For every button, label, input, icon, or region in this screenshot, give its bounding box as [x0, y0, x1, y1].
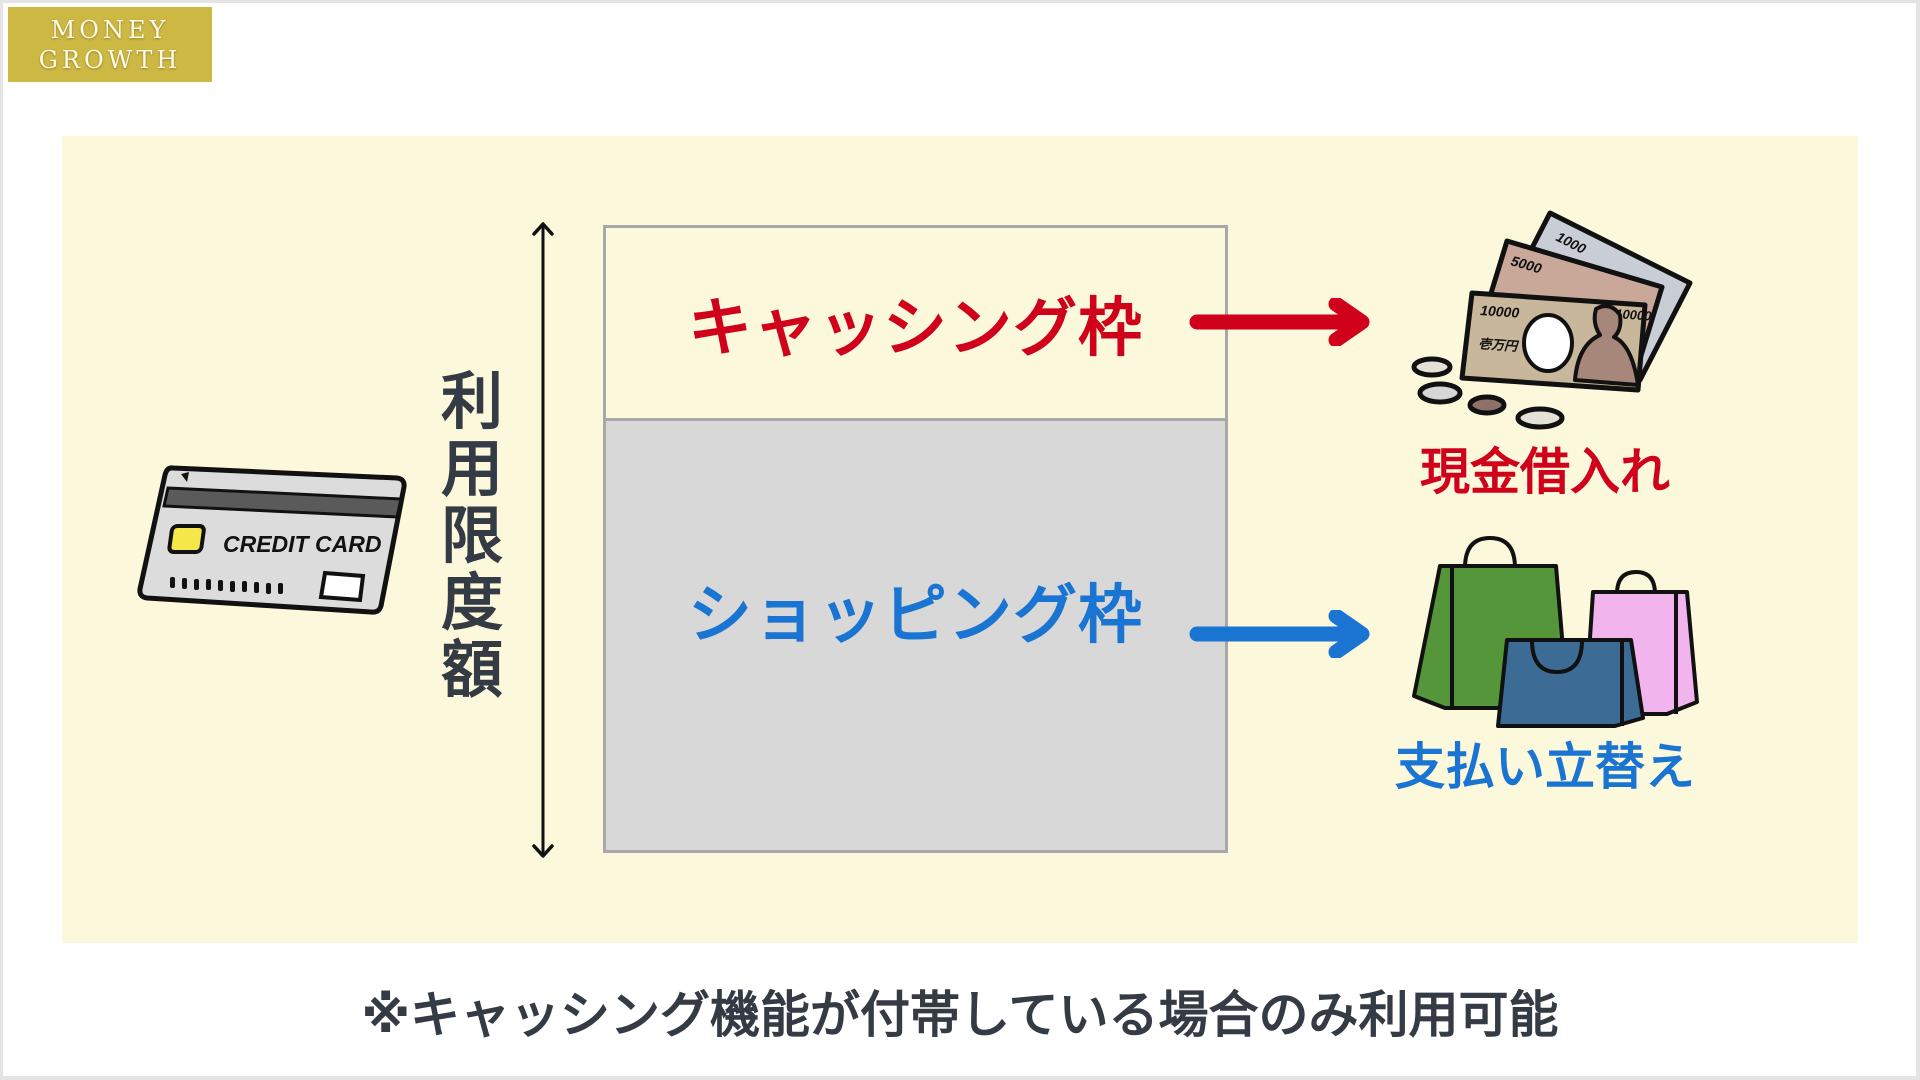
cashing-arrow-icon: [1189, 298, 1370, 346]
cashing-frame-section: キャッシング枠: [606, 228, 1225, 421]
double-arrow-icon: [532, 222, 554, 858]
shopping-bags-icon: [1412, 535, 1699, 728]
usage-limit-label: 利 用 限 度 額: [436, 368, 508, 703]
cash-borrowing-label: 現金借入れ: [1420, 443, 1670, 501]
credit-card-text: CREDIT CARD: [223, 531, 381, 557]
credit-card-icon: CREDIT CARD: [137, 465, 407, 615]
svg-text:壱万円: 壱万円: [1478, 336, 1520, 355]
footnote: ※キャッシング機能が付帯している場合のみ利用可能: [361, 986, 1559, 1044]
logo-line-1: MONEY: [50, 15, 170, 44]
usage-limit-char: 度: [440, 566, 503, 639]
usage-limit-char: 額: [440, 633, 503, 706]
shopping-arrow-icon: [1189, 610, 1370, 658]
cash-money-icon: 1000 5000 10000 10000 壱万円: [1411, 210, 1693, 430]
shopping-frame-label: ショッピング枠: [688, 579, 1143, 653]
usage-limit-char: 利: [440, 365, 503, 438]
payment-advance-label: 支払い立替え: [1395, 738, 1695, 796]
usage-limit-char: 限: [440, 499, 503, 572]
shopping-frame-section: ショッピング枠: [606, 421, 1225, 850]
svg-text:10000: 10000: [1480, 302, 1520, 321]
cashing-frame-label: キャッシング枠: [688, 292, 1143, 366]
credit-limit-box: キャッシング枠 ショッピング枠: [603, 225, 1228, 853]
logo-line-2: GROWTH: [38, 45, 182, 74]
money-growth-logo: MONEY GROWTH: [8, 7, 212, 82]
usage-limit-char: 用: [440, 432, 503, 505]
